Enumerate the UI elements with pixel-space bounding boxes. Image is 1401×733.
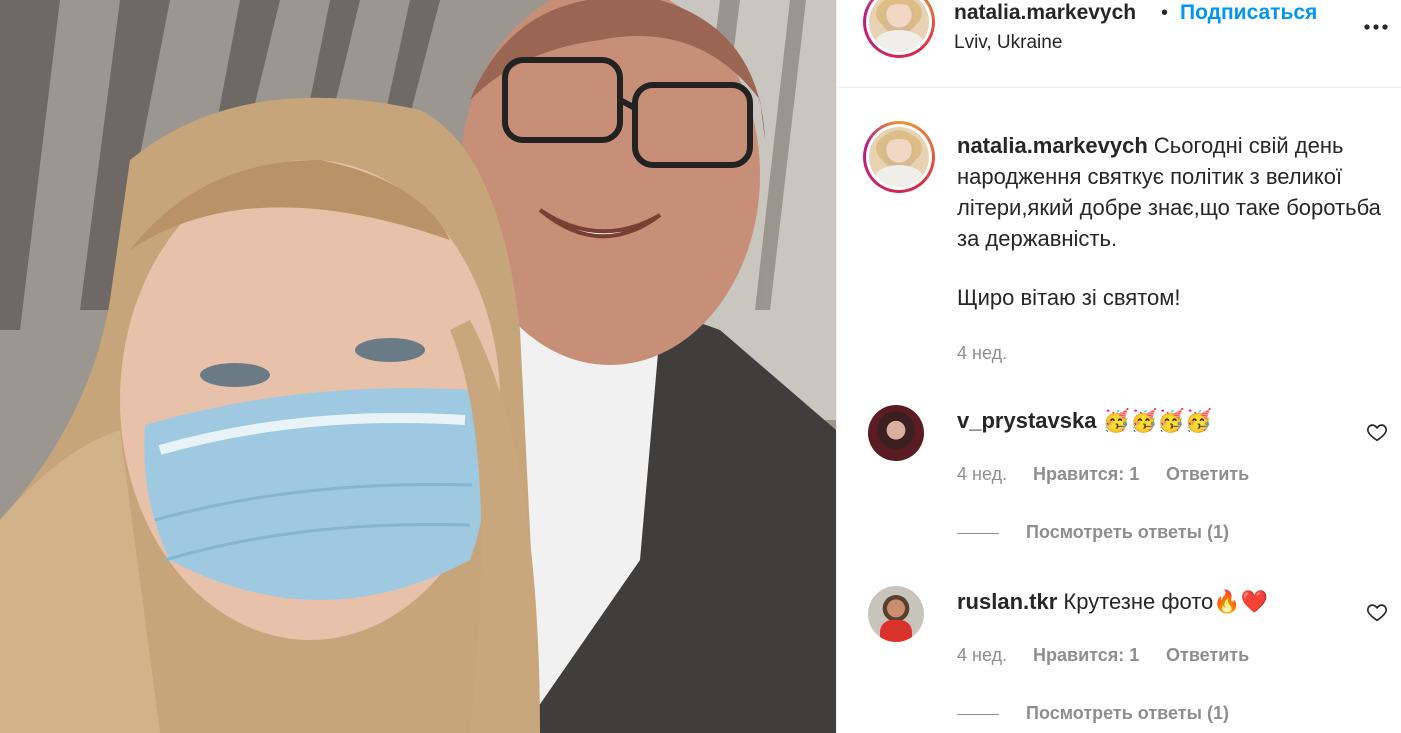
reply-button[interactable]: Ответить (1166, 464, 1249, 485)
comment-likes[interactable]: Нравится: 1 (1033, 645, 1139, 666)
heart-outline-icon[interactable] (1366, 421, 1388, 443)
comment-text: ruslan.tkr Крутезне фото🔥❤️ (957, 589, 1268, 615)
comment-body: 🥳🥳🥳🥳 (1102, 408, 1213, 433)
post-details-panel: natalia.markevych • Подписаться Lviv, Uk… (836, 0, 1401, 733)
comment-avatar[interactable] (868, 405, 924, 461)
caption-username[interactable]: natalia.markevych (957, 133, 1148, 158)
caption: natalia.markevych Сьогодні свій день нар… (957, 130, 1392, 254)
comment-username[interactable]: v_prystavska (957, 408, 1096, 433)
post-location[interactable]: Lviv, Ukraine (954, 32, 1062, 54)
post-photo[interactable] (0, 0, 836, 733)
view-replies-button[interactable]: Посмотреть ответы (1) (1026, 703, 1229, 724)
comment-avatar[interactable] (868, 586, 924, 642)
author-username[interactable]: natalia.markevych (954, 1, 1136, 25)
follow-separator: • (1161, 2, 1169, 24)
caption-avatar[interactable] (863, 121, 935, 193)
view-replies-line (957, 714, 999, 715)
caption-text-2: Щиро вітаю зі святом! (957, 285, 1181, 310)
reply-button[interactable]: Ответить (1166, 645, 1249, 666)
comment-timestamp[interactable]: 4 нед. (957, 464, 1007, 485)
post-header: natalia.markevych • Подписаться Lviv, Uk… (837, 0, 1401, 88)
follow-button[interactable]: Подписаться (1180, 1, 1317, 25)
view-replies-line (957, 533, 999, 534)
comment-text: v_prystavska 🥳🥳🥳🥳 (957, 408, 1212, 434)
author-avatar[interactable] (863, 0, 935, 58)
comment-body: Крутезне фото🔥❤️ (1063, 589, 1269, 614)
heart-outline-icon[interactable] (1366, 601, 1388, 623)
caption-timestamp[interactable]: 4 нед. (957, 343, 1007, 364)
photo-illustration (0, 0, 836, 733)
comment-likes[interactable]: Нравится: 1 (1033, 464, 1139, 485)
comment-timestamp[interactable]: 4 нед. (957, 645, 1007, 666)
view-replies-button[interactable]: Посмотреть ответы (1) (1026, 522, 1229, 543)
more-options-icon[interactable] (1363, 14, 1389, 40)
comment-username[interactable]: ruslan.tkr (957, 589, 1057, 614)
